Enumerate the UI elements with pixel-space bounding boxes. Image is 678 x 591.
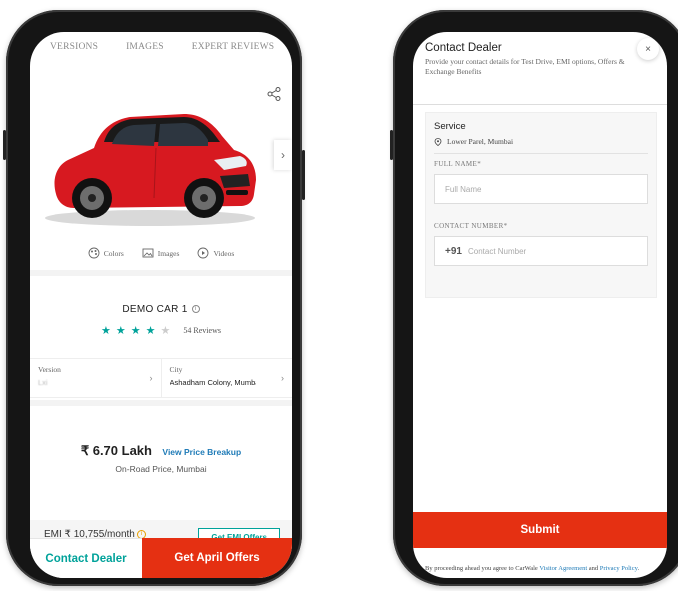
phone-side-button: [390, 130, 393, 160]
section-tabs: VERSIONS IMAGES EXPERT REVIEWS: [30, 42, 292, 72]
share-icon[interactable]: [266, 86, 282, 102]
tab-expert-reviews[interactable]: EXPERT REVIEWS: [192, 42, 275, 72]
location-text: Lower Parel, Mumbai: [447, 137, 514, 146]
model-title: DEMO CAR 1i: [30, 304, 292, 315]
videos-label: Videos: [213, 248, 235, 258]
modal-header: Contact Dealer Provide your contact deta…: [425, 42, 631, 76]
phone-frame-right: Contact Dealer Provide your contact deta…: [390, 10, 678, 586]
contact-number-label: CONTACT NUMBER*: [434, 222, 508, 230]
location-row[interactable]: Lower Parel, Mumbai: [434, 137, 648, 146]
image-icon: [142, 248, 154, 258]
version-city-selector: Version Lxi › City Ashadham Colony, Mumb…: [30, 358, 292, 398]
contact-number-placeholder: Contact Number: [467, 246, 527, 256]
videos-link[interactable]: Videos: [197, 247, 234, 259]
version-label: Version: [38, 365, 61, 374]
bottom-action-bar: Contact Dealer Get April Offers: [30, 538, 292, 578]
visitor-agreement-link[interactable]: Visitor Agreement: [539, 565, 587, 572]
lead-form-card: Service Lower Parel, Mumbai FULL NAME* F…: [425, 112, 657, 298]
privacy-policy-link[interactable]: Privacy Policy: [600, 565, 638, 572]
legal-end: .: [637, 565, 640, 572]
images-label: Images: [157, 248, 180, 258]
country-code: +91: [445, 245, 462, 257]
city-label: City: [169, 365, 183, 374]
contact-number-input[interactable]: +91 Contact Number: [434, 236, 648, 266]
colors-label: Colors: [103, 248, 124, 258]
modal-title: Contact Dealer: [425, 42, 502, 54]
tab-versions[interactable]: VERSIONS: [50, 42, 98, 72]
contact-dealer-button[interactable]: Contact Dealer: [30, 538, 142, 578]
tab-images[interactable]: IMAGES: [126, 42, 164, 72]
product-screen: VERSIONS IMAGES EXPERT REVIEWS › Colors …: [30, 32, 292, 578]
star-icon: ★: [145, 325, 156, 337]
reviews-count[interactable]: 54 Reviews: [183, 326, 221, 335]
submit-button[interactable]: Submit: [413, 512, 667, 548]
modal-subtitle: Provide your contact details for Test Dr…: [425, 57, 625, 76]
rating-row[interactable]: ★ ★ ★ ★ ★ 54 Reviews: [30, 324, 292, 337]
version-selector[interactable]: Version Lxi ›: [30, 359, 161, 397]
price-subtitle: On-Road Price, Mumbai: [115, 464, 207, 474]
chevron-right-icon: ›: [281, 373, 284, 383]
price-row: ₹ 6.70 Lakh View Price Breakup: [30, 442, 292, 460]
section-divider: [30, 270, 292, 276]
service-title: Service: [434, 121, 466, 132]
star-icon: ★: [115, 325, 126, 337]
images-link[interactable]: Images: [142, 247, 180, 259]
version-value: Lxi: [38, 378, 48, 387]
view-price-breakup-link[interactable]: View Price Breakup: [162, 447, 241, 457]
contact-dealer-screen: Contact Dealer Provide your contact deta…: [413, 32, 667, 578]
close-button[interactable]: ×: [637, 38, 659, 60]
city-value: Ashadham Colony, Mumbai: [169, 378, 256, 387]
close-icon: ×: [645, 43, 651, 55]
palette-icon: [88, 247, 100, 259]
phone-frame-left: VERSIONS IMAGES EXPERT REVIEWS › Colors …: [3, 10, 305, 586]
star-icon: ★: [130, 325, 141, 337]
legal-prefix: By proceeding ahead you agree to CarWale: [425, 565, 540, 572]
legal-mid: and: [587, 565, 600, 572]
location-pin-icon: [434, 137, 442, 146]
city-selector[interactable]: City Ashadham Colony, Mumbai ›: [160, 359, 293, 397]
full-name-input[interactable]: Full Name: [434, 174, 648, 204]
model-name: DEMO CAR 1: [122, 304, 188, 315]
play-icon: [197, 247, 209, 259]
car-image[interactable]: [34, 90, 266, 230]
colors-link[interactable]: Colors: [88, 247, 124, 259]
media-links: Colors Images Videos: [30, 247, 292, 259]
legal-text: By proceeding ahead you agree to CarWale…: [425, 565, 659, 573]
header-divider: [413, 104, 667, 105]
get-offers-button[interactable]: Get April Offers: [142, 538, 292, 578]
chevron-right-icon: ›: [281, 148, 285, 162]
chevron-right-icon: ›: [149, 373, 153, 383]
star-icon: ★: [101, 325, 111, 337]
full-name-placeholder: Full Name: [445, 184, 482, 194]
phone-side-button: [302, 150, 305, 200]
next-image-button[interactable]: ›: [274, 140, 292, 170]
full-name-label: FULL NAME*: [434, 160, 482, 168]
card-divider: [434, 153, 648, 154]
info-icon[interactable]: i: [191, 305, 200, 314]
star-empty-icon: ★: [160, 325, 171, 337]
section-divider: [30, 400, 292, 406]
on-road-price: ₹ 6.70 Lakh: [80, 443, 152, 458]
phone-side-button: [3, 130, 6, 160]
